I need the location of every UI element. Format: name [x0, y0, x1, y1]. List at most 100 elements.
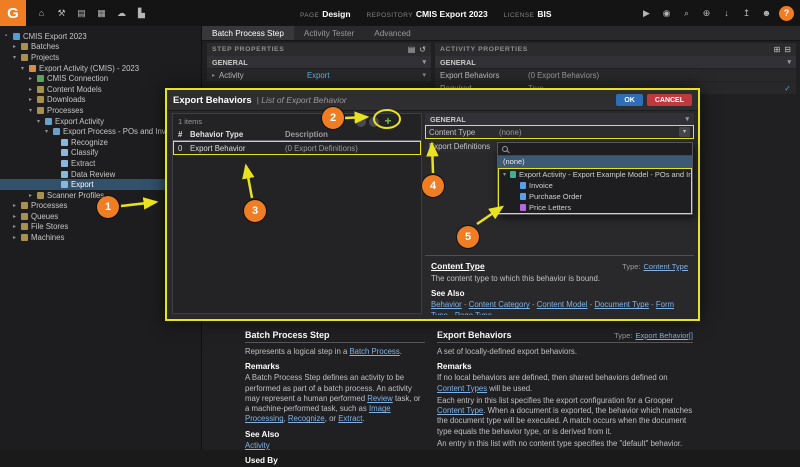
- help-link[interactable]: Page Type: [455, 311, 492, 315]
- tree-expander-icon[interactable]: ▸: [13, 43, 20, 50]
- tree-expander-icon[interactable]: ▸: [13, 234, 20, 241]
- tree-expander-icon[interactable]: ▾: [21, 65, 28, 72]
- annotation-badge-1: 1: [97, 196, 119, 218]
- tree-expander-icon[interactable]: ▪: [5, 33, 12, 39]
- tree-expander-icon[interactable]: ▸: [29, 86, 36, 93]
- tree-item[interactable]: ▾ Export Activity (CMIS) - 2023: [0, 63, 201, 74]
- remarks-paragraph-2: Each entry in this list specifies the ex…: [437, 396, 693, 437]
- tree-node-icon: [21, 54, 28, 61]
- tree-expander-icon[interactable]: ▸: [29, 192, 36, 199]
- tab[interactable]: Advanced: [364, 26, 420, 40]
- tree-expander-icon[interactable]: ▾: [503, 171, 510, 178]
- general-section-header[interactable]: GENERAL ▾: [435, 56, 796, 68]
- help-icon[interactable]: ?: [779, 6, 794, 21]
- expand-all-icon[interactable]: ⊞: [774, 45, 781, 54]
- move-down-icon[interactable]: [369, 117, 379, 127]
- see-also-heading: See Also: [431, 289, 688, 298]
- tree-item[interactable]: ▾ Projects: [0, 52, 201, 63]
- collapse-all-icon[interactable]: ⊟: [784, 45, 791, 54]
- behavior-row[interactable]: 0 Export Behavior (0 Export Definitions): [173, 141, 421, 155]
- cloud-icon[interactable]: ☁: [113, 5, 130, 22]
- upload-icon[interactable]: ↥: [739, 6, 754, 21]
- batches-icon[interactable]: ▤: [73, 5, 90, 22]
- help-link[interactable]: Content Category: [469, 300, 530, 309]
- tree-expander-icon[interactable]: ▸: [13, 223, 20, 230]
- home-icon[interactable]: ⌂: [33, 5, 50, 22]
- remarks-paragraph-1: If no local behaviors are defined, then …: [437, 373, 693, 394]
- topbar: G ⌂⚒▤▦☁▙ PAGEDesign REPOSITORYCMIS Expor…: [0, 0, 800, 26]
- general-section-header[interactable]: GENERAL ▾: [207, 56, 431, 68]
- help-link[interactable]: Content Model: [537, 300, 588, 309]
- annotation-badge-5: 5: [457, 226, 479, 248]
- ok-button[interactable]: OK: [616, 94, 643, 106]
- row-expander-icon[interactable]: ▸: [212, 72, 219, 79]
- panel-title: STEP PROPERTIES: [212, 46, 284, 53]
- help-link[interactable]: Document Type: [594, 300, 648, 309]
- behavior-table-header: # Behavior Type Description: [173, 129, 421, 141]
- tab[interactable]: Batch Process Step: [202, 26, 294, 40]
- tree-expander-icon[interactable]: ▾: [13, 54, 20, 61]
- revert-icon[interactable]: ↺: [419, 45, 426, 54]
- tree-expander-icon[interactable]: ▾: [29, 107, 36, 114]
- chevron-down-icon: ▾: [685, 115, 689, 123]
- add-behavior-button[interactable]: +: [382, 115, 394, 127]
- behavior-list-pane: 1 items + # Behavior Type Description 0 …: [172, 113, 422, 314]
- tree-item[interactable]: ▸ Batches: [0, 42, 201, 53]
- topbar-left-icons: ⌂⚒▤▦☁▙: [33, 5, 150, 22]
- tree-expander-icon[interactable]: ▸: [29, 96, 36, 103]
- tools-icon[interactable]: ⚒: [53, 5, 70, 22]
- dropdown-tree-item[interactable]: Purchase Order: [499, 191, 691, 202]
- imports-icon[interactable]: ▦: [93, 5, 110, 22]
- behavior-detail-pane: GENERAL ▾ Content Type (none) ▾ Export D…: [425, 113, 694, 315]
- annotation-badge-2: 2: [322, 107, 344, 129]
- move-up-icon[interactable]: [356, 117, 366, 127]
- general-section-header[interactable]: GENERAL ▾: [425, 113, 694, 125]
- search-icon[interactable]: ⌕: [679, 6, 694, 21]
- tree-expander-icon[interactable]: ▾: [37, 118, 44, 125]
- zoom-icon[interactable]: ⊕: [699, 6, 714, 21]
- tab[interactable]: Activity Tester: [294, 26, 364, 40]
- chevron-down-icon: ▾: [422, 58, 426, 66]
- used-by-heading: Used By: [245, 456, 425, 465]
- dropdown-item-none[interactable]: (none): [498, 156, 692, 168]
- property-row[interactable]: Export Behaviors (0 Export Behaviors) ✓: [435, 68, 796, 81]
- dropdown-tree-item[interactable]: Price Letters: [499, 202, 691, 213]
- tree-node-icon: [37, 96, 44, 103]
- topbar-meta-pair: LICENSEBIS: [504, 4, 552, 22]
- dropdown-tree-item[interactable]: Invoice: [499, 180, 691, 191]
- tree-node-icon: [21, 213, 28, 220]
- activity-link[interactable]: Activity: [245, 441, 270, 450]
- stats-icon[interactable]: ▙: [133, 5, 150, 22]
- tree-expander-icon[interactable]: ▸: [29, 75, 36, 82]
- tree-node-icon: [37, 192, 44, 199]
- content-type-link[interactable]: Content Type: [644, 262, 688, 271]
- help-link[interactable]: Behavior: [431, 300, 462, 309]
- play-icon[interactable]: ▶: [639, 6, 654, 21]
- tree-node-icon: [21, 202, 28, 209]
- activity-value[interactable]: Export: [307, 71, 422, 80]
- tree-item[interactable]: ▪ CMIS Export 2023: [0, 31, 201, 42]
- help-intro: Represents a logical step in a Batch Pro…: [245, 347, 425, 357]
- activity-property-row[interactable]: ▸ Activity Export ▾: [207, 68, 431, 81]
- cancel-button[interactable]: CANCEL: [647, 94, 692, 106]
- tree-expander-icon[interactable]: ▸: [13, 202, 20, 209]
- content-type-dropdown-button[interactable]: ▾: [679, 127, 690, 137]
- dropdown-search-field[interactable]: [498, 143, 692, 156]
- save-icon[interactable]: ▤: [408, 45, 416, 54]
- tree-node-icon: [45, 118, 52, 125]
- annotation-badge-4: 4: [422, 175, 444, 197]
- dropdown-tree-item[interactable]: ▾ Export Activity - Export Example Model…: [499, 169, 691, 180]
- record-icon[interactable]: ◉: [659, 6, 674, 21]
- type-link[interactable]: Export Behavior[]: [635, 331, 693, 340]
- content-type-row[interactable]: Content Type (none) ▾: [425, 125, 694, 139]
- app-logo[interactable]: G: [0, 0, 26, 26]
- download-icon[interactable]: ↓: [719, 6, 734, 21]
- checkbox-checked-icon[interactable]: ✓: [784, 84, 791, 93]
- remarks-heading: Remarks: [245, 362, 425, 371]
- tree-item[interactable]: ▸ CMIS Connection: [0, 73, 201, 84]
- dialog-help-area: Content Type Type:Content Type The conte…: [425, 255, 694, 315]
- tree-expander-icon[interactable]: ▾: [45, 128, 52, 135]
- user-icon[interactable]: ☻: [759, 6, 774, 21]
- help-body-text: The content type to which this behavior …: [431, 274, 688, 284]
- tree-expander-icon[interactable]: ▸: [13, 213, 20, 220]
